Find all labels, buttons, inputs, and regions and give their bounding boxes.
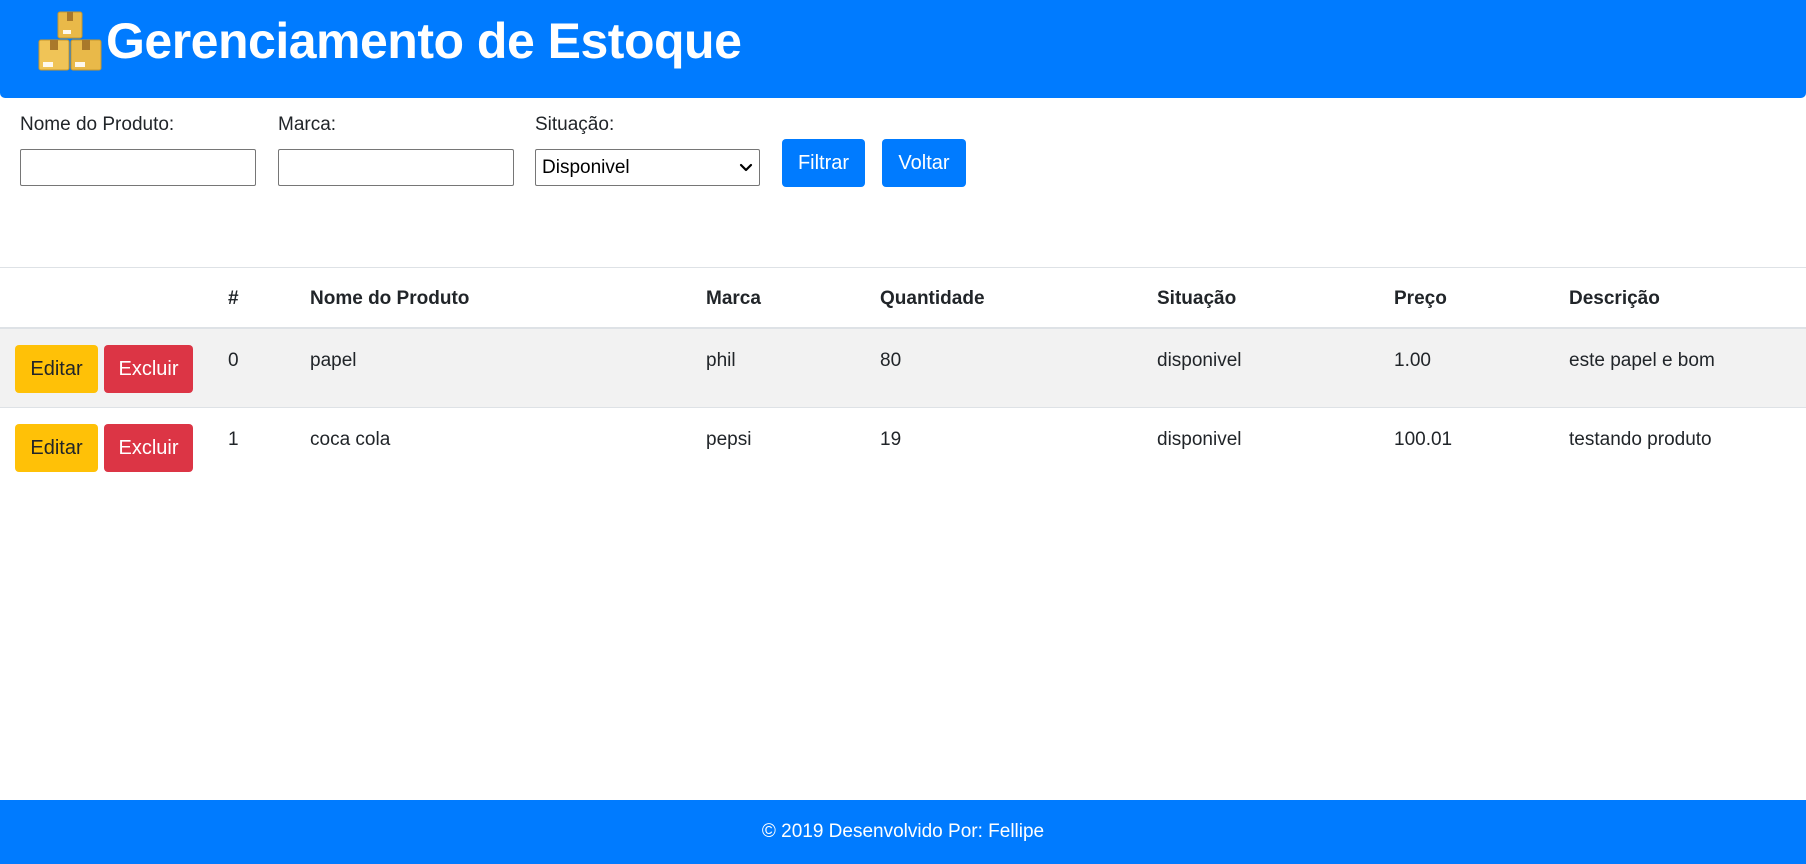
delete-button[interactable]: Excluir — [104, 345, 193, 393]
cell-status: disponivel — [1157, 350, 1242, 371]
app-header: Gerenciamento de Estoque — [0, 0, 1806, 98]
cell-price: 1.00 — [1394, 350, 1431, 371]
cell-quantity: 19 — [880, 429, 902, 450]
table-top-border — [0, 267, 1806, 268]
cell-id: 0 — [228, 350, 239, 371]
column-header-description: Descrição — [1569, 288, 1660, 309]
filter-button[interactable]: Filtrar — [782, 139, 865, 187]
footer-credit: © 2019 Desenvolvido Por: Fellipe — [761, 821, 1045, 842]
cell-quantity: 80 — [880, 350, 902, 371]
status-label: Situação: — [535, 114, 615, 135]
table-row: Editar Excluir 1 coca cola pepsi 19 disp… — [0, 408, 1806, 486]
page-title: Gerenciamento de Estoque — [106, 13, 742, 69]
cell-brand: pepsi — [706, 429, 752, 450]
cell-status: disponivel — [1157, 429, 1242, 450]
cell-price: 100.01 — [1394, 429, 1453, 450]
column-header-status: Situação — [1157, 288, 1237, 309]
app-footer: © 2019 Desenvolvido Por: Fellipe — [0, 800, 1806, 864]
edit-button[interactable]: Editar — [15, 345, 98, 393]
cell-description: este papel e bom — [1569, 350, 1715, 371]
chevron-down-icon — [739, 163, 753, 172]
edit-button[interactable]: Editar — [15, 424, 98, 472]
boxes-icon — [38, 11, 102, 71]
product-name-label: Nome do Produto: — [20, 114, 175, 135]
status-select[interactable]: Disponivel — [535, 149, 760, 186]
cell-brand: phil — [706, 350, 736, 371]
status-select-value: Disponivel — [542, 157, 630, 178]
product-name-input[interactable] — [20, 149, 256, 186]
table-row: Editar Excluir 0 papel phil 80 disponive… — [0, 329, 1806, 407]
brand-input[interactable] — [278, 149, 514, 186]
back-button[interactable]: Voltar — [882, 139, 966, 187]
column-header-name: Nome do Produto — [310, 288, 470, 309]
cell-name: papel — [310, 350, 357, 371]
delete-button[interactable]: Excluir — [104, 424, 193, 472]
cell-name: coca cola — [310, 429, 391, 450]
cell-description: testando produto — [1569, 429, 1712, 450]
column-header-brand: Marca — [706, 288, 761, 309]
brand-label: Marca: — [278, 114, 337, 135]
column-header-id: # — [228, 288, 239, 309]
column-header-quantity: Quantidade — [880, 288, 985, 309]
cell-id: 1 — [228, 429, 239, 450]
column-header-price: Preço — [1394, 288, 1447, 309]
